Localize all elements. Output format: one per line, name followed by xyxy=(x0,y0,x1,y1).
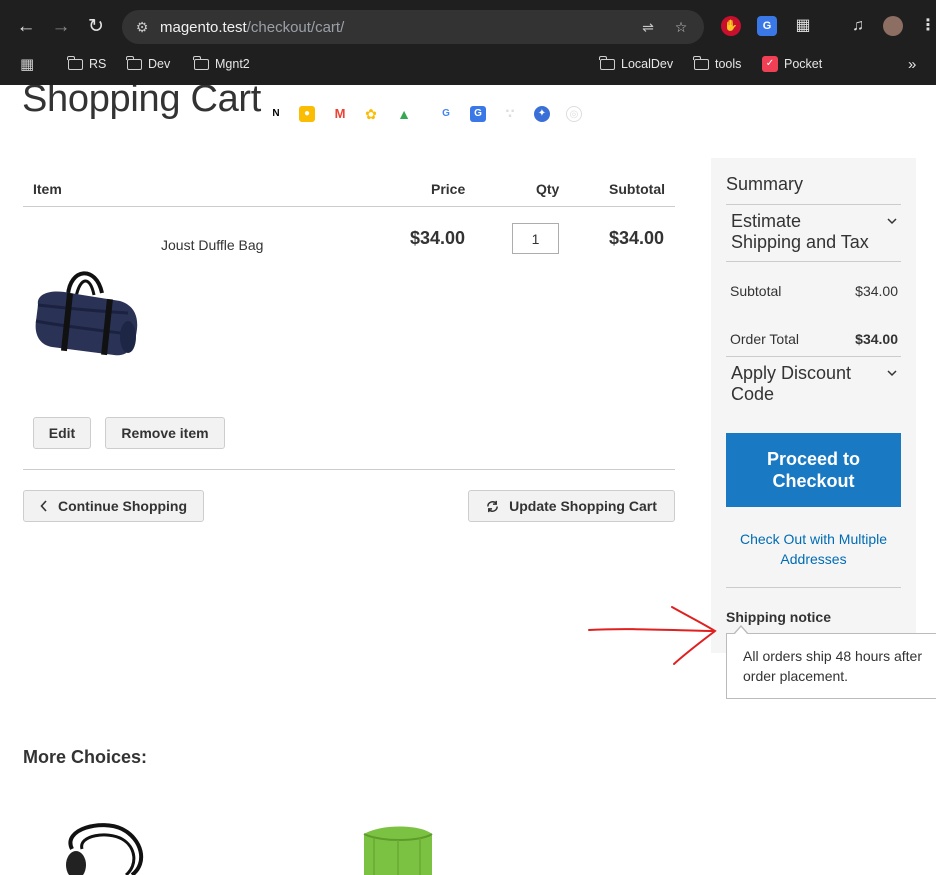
item-subtotal: $34.00 xyxy=(609,228,665,248)
order-total-label: Order Total xyxy=(730,331,799,347)
shipping-notice-title: Shipping notice xyxy=(726,609,831,625)
annotation-arrow xyxy=(588,606,717,665)
chevron-down-icon[interactable] xyxy=(886,367,898,379)
subtotal-value: $34.00 xyxy=(855,283,898,299)
bookmark-folder-dev[interactable]: Dev xyxy=(126,55,170,73)
summary-divider xyxy=(726,204,901,205)
apps-grid-icon[interactable]: ▦ xyxy=(20,55,34,73)
estimate-shipping-toggle[interactable]: Estimate Shipping and Tax xyxy=(731,211,871,253)
translate-icon[interactable]: ⇌ xyxy=(640,19,656,35)
summary-order-total-row: Order Total $34.00 xyxy=(730,331,898,347)
reload-icon[interactable]: ↻ xyxy=(84,15,108,39)
profile-avatar[interactable] xyxy=(883,16,903,36)
continue-shopping-label: Continue Shopping xyxy=(57,498,188,514)
items-divider xyxy=(23,469,675,470)
summary-subtotal-row: Subtotal $34.00 xyxy=(730,283,898,299)
url-text[interactable]: magento.test/checkout/cart/ xyxy=(160,19,344,36)
product-name-link[interactable]: Joust Duffle Bag xyxy=(161,237,263,253)
multi-address-checkout-link[interactable]: Check Out with Multiple Addresses xyxy=(726,529,901,569)
header-divider xyxy=(23,206,675,207)
bookmark-folder-tools[interactable]: tools xyxy=(693,55,741,73)
forward-icon[interactable]: → xyxy=(49,15,73,39)
page-content: Shopping Cart Item Price Qty Subtotal Jo… xyxy=(0,85,936,875)
folder-icon xyxy=(693,55,709,70)
bookmark-pocket[interactable]: ✓ Pocket xyxy=(762,55,822,73)
update-cart-label: Update Shopping Cart xyxy=(509,498,657,514)
product-image-duffle-bag[interactable] xyxy=(30,263,142,363)
summary-divider xyxy=(726,261,901,262)
product-image-jump-rope[interactable] xyxy=(52,819,152,875)
column-header-item: Item xyxy=(33,181,62,197)
adblock-extension-icon[interactable]: ✋ xyxy=(721,16,741,36)
back-icon[interactable]: ← xyxy=(14,15,38,39)
address-bar[interactable]: ⚙ magento.test/checkout/cart/ ⇌ ☆ xyxy=(122,10,704,44)
column-header-subtotal: Subtotal xyxy=(609,181,665,197)
folder-icon xyxy=(599,55,615,70)
bookmark-star-icon[interactable]: ☆ xyxy=(673,19,689,35)
more-choices-title: More Choices: xyxy=(23,747,148,767)
folder-icon xyxy=(67,55,83,70)
proceed-to-checkout-button[interactable]: Proceed to Checkout xyxy=(726,433,901,507)
browser-menu-icon[interactable]: ⋮ xyxy=(918,16,936,36)
product-image-yoga-mat[interactable] xyxy=(360,824,438,875)
column-header-price: Price xyxy=(431,181,466,197)
continue-shopping-button[interactable]: Continue Shopping xyxy=(23,490,204,522)
chevron-down-icon[interactable] xyxy=(886,215,898,227)
more-bookmarks-chevron-icon[interactable]: » xyxy=(908,55,916,73)
site-info-icon[interactable]: ⚙ xyxy=(134,19,150,35)
remove-item-button[interactable]: Remove item xyxy=(105,417,225,449)
update-cart-button[interactable]: Update Shopping Cart xyxy=(468,490,675,522)
browser-chrome: ← → ↻ ⚙ magento.test/checkout/cart/ ⇌ ☆ … xyxy=(0,0,936,122)
shipping-notice-text: All orders ship 48 hours after order pla… xyxy=(743,648,922,684)
shipping-notice-tooltip: All orders ship 48 hours after order pla… xyxy=(726,625,936,699)
subtotal-label: Subtotal xyxy=(730,283,782,299)
cart-summary: Summary Estimate Shipping and Tax Subtot… xyxy=(711,158,916,653)
bookmarks-bar: ▦ RS Dev Mgnt2 N ● M ✿ ▲ G G ∵ ✦ ◎ Local… xyxy=(0,50,936,122)
column-header-qty: Qty xyxy=(536,181,560,197)
bookmark-folder-rs[interactable]: RS xyxy=(67,55,106,73)
page-title: Shopping Cart xyxy=(22,85,262,120)
order-total-value: $34.00 xyxy=(855,331,898,347)
summary-divider xyxy=(726,587,901,588)
media-control-icon[interactable]: ♫ xyxy=(848,16,868,36)
summary-title: Summary xyxy=(726,174,804,194)
folder-icon xyxy=(193,55,209,70)
extensions-puzzle-icon[interactable]: ▦ xyxy=(793,16,813,36)
quantity-input[interactable] xyxy=(512,223,559,254)
google-translate-extension-icon[interactable]: G xyxy=(757,16,777,36)
summary-divider xyxy=(726,356,901,357)
pocket-icon: ✓ xyxy=(762,56,778,72)
bookmark-folder-localdev[interactable]: LocalDev xyxy=(599,55,673,73)
item-price: $34.00 xyxy=(410,228,466,248)
chevron-left-icon xyxy=(40,500,47,512)
refresh-icon xyxy=(487,500,498,512)
folder-icon xyxy=(126,55,142,70)
apply-discount-toggle[interactable]: Apply Discount Code xyxy=(731,363,871,405)
bookmark-folder-mgnt2[interactable]: Mgnt2 xyxy=(193,55,250,73)
edit-item-button[interactable]: Edit xyxy=(33,417,91,449)
